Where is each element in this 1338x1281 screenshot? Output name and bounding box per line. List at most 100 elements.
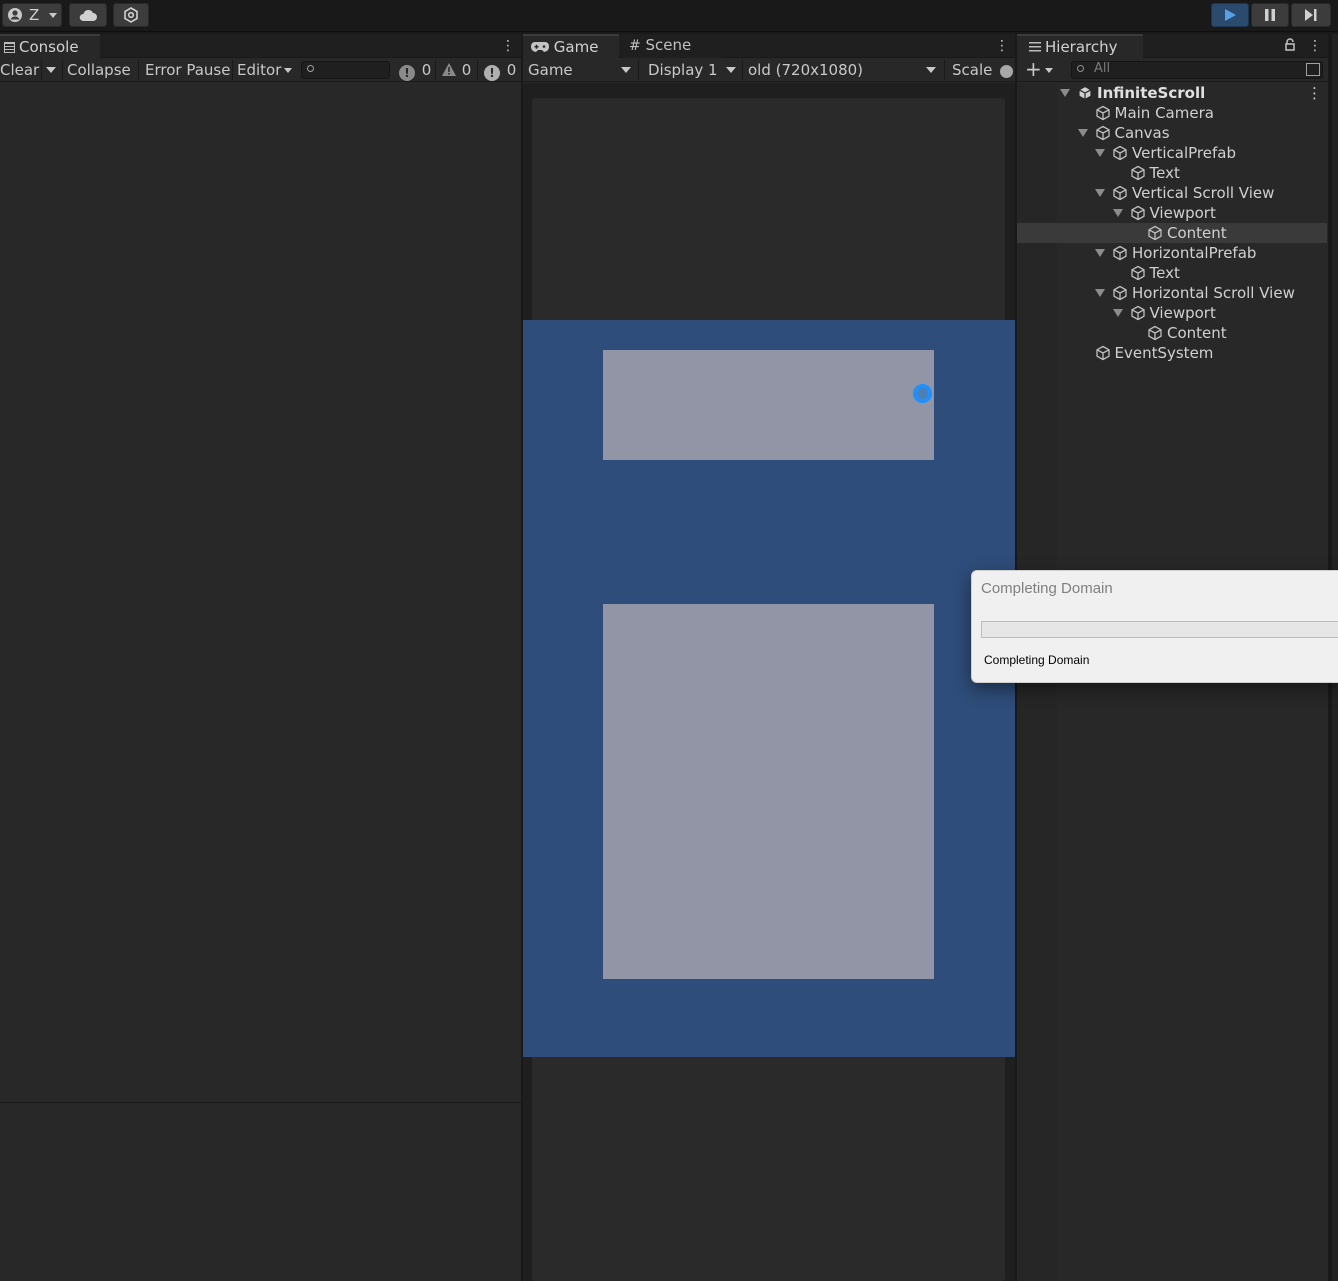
gameobject-cube-icon xyxy=(1095,105,1110,121)
editor-label: Editor xyxy=(237,61,282,79)
clear-options-dropdown[interactable] xyxy=(44,58,60,82)
warning-count-toggle[interactable]: 0 xyxy=(441,58,471,82)
gameobject-cube-icon xyxy=(1130,265,1145,281)
hierarchy-item[interactable]: Content xyxy=(1017,223,1327,243)
game-tabbar: Game # Scene ⋮ xyxy=(523,34,1015,58)
info-count-toggle[interactable]: ! 0 xyxy=(399,58,431,82)
expand-arrow-icon[interactable] xyxy=(1112,309,1123,317)
expand-arrow-icon[interactable] xyxy=(1077,129,1088,137)
scale-slider-knob[interactable] xyxy=(1000,65,1013,78)
hierarchy-item-label: Vertical Scroll View xyxy=(1132,184,1275,202)
game-view-area xyxy=(523,83,1015,1281)
console-search-input[interactable] xyxy=(301,61,390,79)
account-dropdown[interactable]: Z xyxy=(2,3,62,27)
hierarchy-item[interactable]: Viewport xyxy=(1017,203,1327,223)
hierarchy-item-label: Content xyxy=(1167,324,1227,342)
chevron-down-icon xyxy=(1045,68,1053,73)
console-tabbar: Console ⋮ xyxy=(0,34,521,58)
error-count: 0 xyxy=(506,61,517,79)
game-panel: Game # Scene ⋮ Game Display 1 old (720x1… xyxy=(523,34,1015,1281)
hierarchy-item[interactable]: Text xyxy=(1017,163,1327,183)
search-by-type-icon[interactable] xyxy=(1306,63,1320,76)
hierarchy-item[interactable]: Horizontal Scroll View xyxy=(1017,283,1327,303)
scene-menu-icon[interactable]: ⋮ xyxy=(1307,83,1322,103)
hierarchy-item[interactable]: InfiniteScroll ⋮ xyxy=(1017,83,1327,103)
game-toolbar: Game Display 1 old (720x1080) Scale xyxy=(523,58,1015,82)
grid-icon: # xyxy=(629,38,641,54)
game-mode-dropdown[interactable]: Game xyxy=(528,58,633,82)
collapse-toggle[interactable]: Collapse xyxy=(67,58,131,82)
hierarchy-item-label: EventSystem xyxy=(1114,344,1214,362)
hierarchy-item[interactable]: EventSystem xyxy=(1017,343,1327,363)
error-count-toggle[interactable]: ! 0 xyxy=(484,58,516,82)
chevron-down-icon xyxy=(621,67,631,73)
plus-icon: + xyxy=(1025,57,1042,81)
console-menu-icon[interactable]: ⋮ xyxy=(501,38,515,54)
hierarchy-search-placeholder: All xyxy=(1094,61,1111,76)
search-icon xyxy=(307,65,314,72)
clear-button[interactable]: Clear xyxy=(0,58,39,82)
hierarchy-item[interactable]: Main Camera xyxy=(1017,103,1327,123)
hierarchy-item[interactable]: Content xyxy=(1017,323,1327,343)
info-icon: ! xyxy=(399,65,415,81)
hierarchy-item[interactable]: Vertical Scroll View xyxy=(1017,183,1327,203)
error-pause-toggle[interactable]: Error Pause xyxy=(145,58,230,82)
hierarchy-item[interactable]: Canvas xyxy=(1017,123,1327,143)
expand-arrow-icon[interactable] xyxy=(1095,189,1105,197)
tab-scene[interactable]: # Scene xyxy=(623,34,723,58)
chevron-down-icon xyxy=(49,12,58,18)
play-controls xyxy=(1211,3,1335,27)
resolution-dropdown[interactable]: old (720x1080) xyxy=(748,58,938,82)
hierarchy-item[interactable]: VerticalPrefab xyxy=(1017,143,1327,163)
display-dropdown[interactable]: Display 1 xyxy=(648,58,738,82)
game-menu-icon[interactable]: ⋮ xyxy=(995,38,1009,54)
services-button[interactable] xyxy=(113,3,149,27)
game-tab-label: Game xyxy=(553,38,599,56)
hierarchy-tabbar: Hierarchy ⋮ xyxy=(1017,34,1328,58)
tab-console[interactable]: Console xyxy=(0,34,100,58)
tab-game[interactable]: Game xyxy=(523,34,619,58)
hierarchy-item[interactable]: Viewport xyxy=(1017,303,1327,323)
console-tab-label: Console xyxy=(19,38,79,56)
chevron-down-icon xyxy=(46,67,56,73)
hierarchy-item-label: Text xyxy=(1149,264,1180,282)
cloud-icon xyxy=(79,9,97,21)
play-button[interactable] xyxy=(1211,3,1249,27)
gameobject-cube-icon xyxy=(1130,205,1145,221)
lock-icon[interactable] xyxy=(1285,38,1295,52)
expand-arrow-icon[interactable] xyxy=(1095,149,1105,157)
hierarchy-item-label: Viewport xyxy=(1149,304,1216,322)
hierarchy-tab-label: Hierarchy xyxy=(1045,38,1118,56)
expand-arrow-icon[interactable] xyxy=(1060,89,1070,97)
hierarchy-item[interactable]: HorizontalPrefab xyxy=(1017,243,1327,263)
pause-button[interactable] xyxy=(1251,3,1289,27)
pause-icon xyxy=(1265,9,1275,21)
hierarchy-item-label: Canvas xyxy=(1114,124,1170,142)
create-dropdown[interactable]: + xyxy=(1023,57,1057,82)
chevron-down-icon xyxy=(726,67,736,73)
hierarchy-item-label: HorizontalPrefab xyxy=(1132,244,1257,262)
tab-hierarchy[interactable]: Hierarchy xyxy=(1017,34,1143,58)
hex-gear-icon xyxy=(124,7,138,23)
hierarchy-search-input[interactable]: All xyxy=(1071,61,1323,79)
expand-arrow-icon[interactable] xyxy=(1095,289,1105,297)
list-icon xyxy=(1029,42,1041,52)
user-circle-icon xyxy=(8,8,22,22)
dialog-title: Completing Domain xyxy=(981,580,1113,597)
loading-spinner-icon xyxy=(913,384,932,403)
dialog-status: Completing Domain xyxy=(984,653,1090,667)
gameobject-cube-icon xyxy=(1113,245,1127,261)
error-icon: ! xyxy=(484,65,500,81)
hierarchy-item-label: VerticalPrefab xyxy=(1132,144,1236,162)
expand-arrow-icon[interactable] xyxy=(1112,209,1123,217)
hierarchy-item[interactable]: Text xyxy=(1017,263,1327,283)
cloud-button[interactable] xyxy=(69,3,107,27)
editor-dropdown[interactable]: Editor xyxy=(237,58,293,82)
expand-arrow-icon[interactable] xyxy=(1095,249,1105,257)
step-button[interactable] xyxy=(1291,3,1331,27)
info-count: 0 xyxy=(421,61,432,79)
gameobject-cube-icon xyxy=(1148,325,1162,341)
hierarchy-menu-icon[interactable]: ⋮ xyxy=(1308,38,1322,54)
gameobject-cube-icon xyxy=(1095,345,1110,361)
gameobject-cube-icon xyxy=(1130,305,1145,321)
